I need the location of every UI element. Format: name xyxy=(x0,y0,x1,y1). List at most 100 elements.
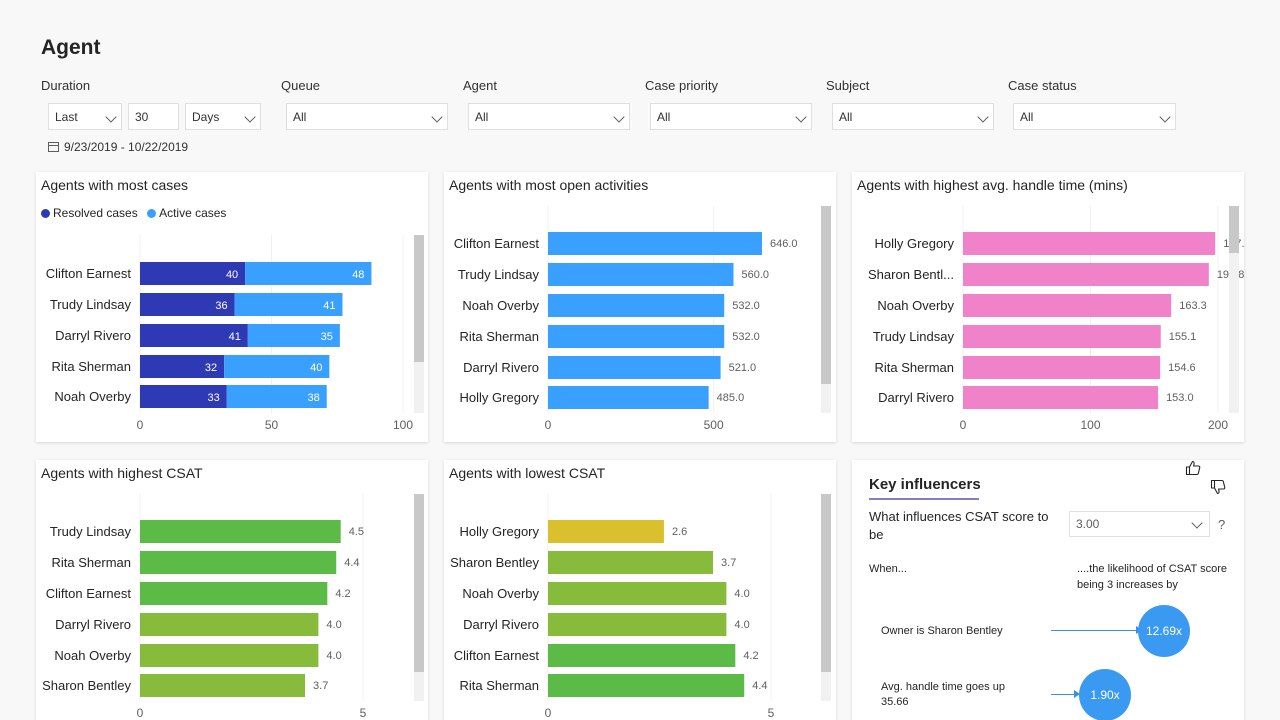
scrollbar[interactable] xyxy=(821,494,831,701)
influencer-label[interactable]: Owner is Sharon Bentley xyxy=(881,624,1041,639)
category-label: Clifton Earnest xyxy=(46,586,132,601)
bar[interactable] xyxy=(963,232,1216,255)
bar[interactable] xyxy=(548,232,762,255)
key-influencers-title[interactable]: Key influencers xyxy=(869,476,981,493)
scrollbar-thumb[interactable] xyxy=(414,494,424,672)
chevron-down-icon xyxy=(1159,111,1171,123)
highest-csat-chart: 0 5 Trudy Lindsay 4.5 Rita Sherman 4.4 Clifton… xyxy=(42,494,367,720)
when-label: When... xyxy=(869,563,907,575)
agent-value: All xyxy=(475,110,489,124)
bar[interactable] xyxy=(140,613,319,636)
bar[interactable] xyxy=(963,294,1172,317)
influencer-label[interactable]: Avg. handle time goes up 35.66 xyxy=(881,680,1031,710)
data-label: 4.2 xyxy=(335,588,350,600)
chevron-down-icon xyxy=(431,111,443,123)
bar[interactable] xyxy=(548,263,734,286)
subject-select[interactable]: All xyxy=(832,103,994,130)
influencer-value-select[interactable]: 3.00 xyxy=(1069,511,1210,537)
data-label: 3.7 xyxy=(313,680,328,692)
bar[interactable] xyxy=(963,356,1161,379)
data-label: 560.0 xyxy=(742,269,770,281)
case-priority-select[interactable]: All xyxy=(650,103,812,130)
panel-handle-time: Agents with highest avg. handle time (mi… xyxy=(852,172,1244,442)
category-label: Trudy Lindsay xyxy=(873,329,955,344)
bar[interactable] xyxy=(140,520,341,543)
agent-select[interactable]: All xyxy=(468,103,630,130)
bar[interactable] xyxy=(963,263,1209,286)
x-tick-label: 0 xyxy=(137,706,144,720)
category-label: Holly Gregory xyxy=(875,236,955,251)
queue-select[interactable]: All xyxy=(286,103,448,130)
open-activities-chart: 0 500 Clifton Earnest 646.0 Trudy Lindsay 560… xyxy=(454,206,798,432)
x-tick-label: 0 xyxy=(137,418,144,432)
bar[interactable] xyxy=(548,644,736,667)
help-icon[interactable]: ? xyxy=(1218,517,1225,532)
scrollbar-thumb[interactable] xyxy=(821,206,831,384)
x-tick-label: 0 xyxy=(960,418,967,432)
data-label: 521.0 xyxy=(729,362,757,374)
duration-mode-select[interactable]: Last xyxy=(48,103,122,130)
scrollbar-thumb[interactable] xyxy=(414,235,424,362)
scrollbar[interactable] xyxy=(1229,206,1239,413)
bar[interactable] xyxy=(548,294,725,317)
panel-highest-csat: Agents with highest CSAT 0 5 Trudy Lindsay… xyxy=(36,460,428,720)
case-status-select[interactable]: All xyxy=(1013,103,1176,130)
data-label: 32 xyxy=(205,362,217,374)
category-label: Trudy Lindsay xyxy=(458,267,540,282)
scrollbar[interactable] xyxy=(821,206,831,413)
category-label: Darryl Rivero xyxy=(55,328,131,343)
duration-label: Duration xyxy=(41,78,91,93)
calendar-icon xyxy=(48,142,59,152)
scrollbar[interactable] xyxy=(414,235,424,413)
bar[interactable] xyxy=(548,582,727,605)
page-title: Agent xyxy=(41,36,101,59)
panel-most-cases: Agents with most cases Resolved cases Ac… xyxy=(36,172,428,442)
panel-open-activities: Agents with most open activities 0 500 Cli… xyxy=(444,172,836,442)
bar[interactable] xyxy=(963,386,1159,409)
data-label: 4.4 xyxy=(752,680,767,692)
agent-label: Agent xyxy=(463,78,497,93)
bar[interactable] xyxy=(548,674,745,697)
data-label: 41 xyxy=(323,300,335,312)
thumbs-up-icon[interactable] xyxy=(1185,460,1201,476)
bar[interactable] xyxy=(548,325,725,348)
data-label: 2.6 xyxy=(672,526,687,538)
bar[interactable] xyxy=(548,613,727,636)
data-label: 485.0 xyxy=(717,392,745,404)
duration-unit-select[interactable]: Days xyxy=(185,103,261,130)
bar[interactable] xyxy=(140,644,319,667)
scrollbar-thumb[interactable] xyxy=(1229,206,1239,253)
x-tick-label: 0 xyxy=(545,706,552,720)
data-label: 35 xyxy=(321,331,333,343)
bar[interactable] xyxy=(548,356,721,379)
category-label: Clifton Earnest xyxy=(454,648,540,663)
influencer-bubble[interactable]: 1.90x xyxy=(1079,669,1131,720)
category-label: Noah Overby xyxy=(54,648,131,663)
scrollbar-thumb[interactable] xyxy=(821,494,831,672)
bar[interactable] xyxy=(548,520,664,543)
bar[interactable] xyxy=(140,582,328,605)
bar[interactable] xyxy=(140,674,306,697)
category-label: Noah Overby xyxy=(462,298,539,313)
thumbs-down-icon[interactable] xyxy=(1210,479,1226,495)
chevron-down-icon xyxy=(105,111,117,123)
data-label: 4.5 xyxy=(349,526,364,538)
bar[interactable] xyxy=(963,325,1161,348)
case-status-value: All xyxy=(1020,110,1034,124)
scrollbar[interactable] xyxy=(414,494,424,701)
subject-value: All xyxy=(839,110,853,124)
influencer-bubble[interactable]: 12.69x xyxy=(1138,605,1190,657)
category-label: Noah Overby xyxy=(462,586,539,601)
data-label: 532.0 xyxy=(732,331,760,343)
bar[interactable] xyxy=(140,551,337,574)
bar[interactable] xyxy=(548,551,714,574)
likelihood-label: ....the likelihood of CSAT score being 3… xyxy=(1077,563,1227,591)
duration-count-input[interactable]: 30 xyxy=(128,103,179,130)
category-label: Darryl Rivero xyxy=(878,390,954,405)
category-label: Darryl Rivero xyxy=(463,617,539,632)
category-label: Rita Sherman xyxy=(52,555,131,570)
bar[interactable] xyxy=(548,386,709,409)
duration-mode-value: Last xyxy=(55,110,78,124)
data-label: 48 xyxy=(352,269,364,281)
category-label: Noah Overby xyxy=(54,389,131,404)
